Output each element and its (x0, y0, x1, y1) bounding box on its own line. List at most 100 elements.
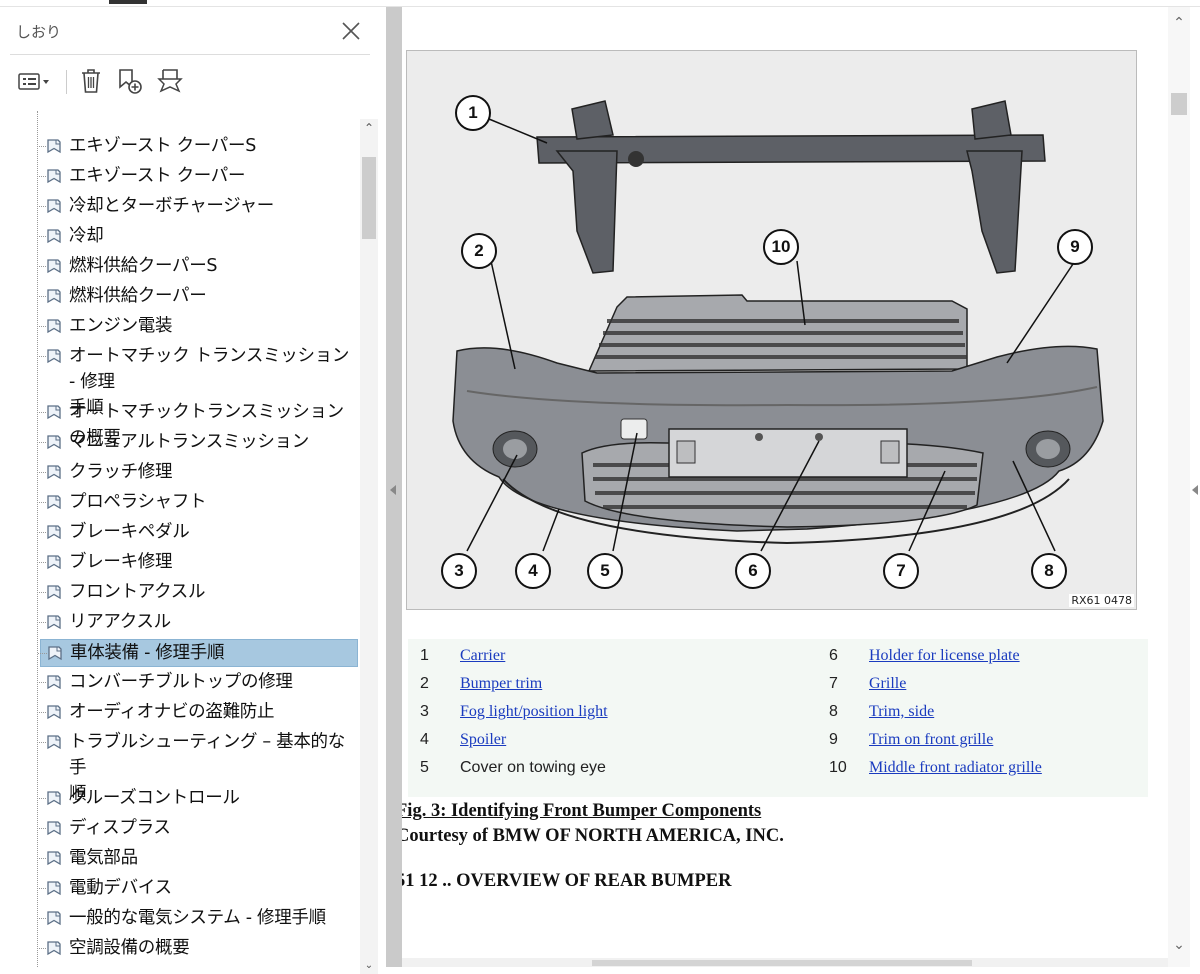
top-strip (0, 0, 1200, 7)
bookmark-item[interactable]: 電動デバイス (37, 875, 358, 903)
bookmark-item[interactable]: ディスプラス (37, 815, 358, 843)
bookmark-icon (47, 435, 61, 450)
bookmark-item[interactable]: エキゾースト クーパーS (37, 133, 358, 161)
tree-connector (37, 412, 46, 413)
tree-guide-line (37, 111, 38, 967)
scroll-down-button[interactable]: ⌄ (360, 960, 378, 974)
legend-link[interactable]: Fog light/position light (460, 703, 608, 721)
bookmarks-scrollbar[interactable]: ⌃ ⌄ (360, 119, 378, 974)
panel-splitter[interactable] (386, 7, 402, 967)
bookmark-item[interactable]: クルーズコントロール (37, 785, 358, 813)
bookmark-icon (47, 911, 61, 926)
bookmark-label: マニュアルトランスミッション (69, 429, 309, 455)
delete-bookmark-button[interactable] (76, 66, 106, 96)
bookmark-search-icon (157, 69, 183, 93)
legend-link[interactable]: Holder for license plate (869, 647, 1020, 665)
bookmark-icon (47, 139, 61, 154)
bumper-figure: 1 2 3 4 5 6 7 8 9 10 RX61 0478 (406, 50, 1137, 610)
bookmark-label-line: エキゾースト クーパー (69, 166, 246, 186)
legend-link[interactable]: Grille (869, 675, 906, 693)
collapse-arrow-icon[interactable] (390, 485, 396, 495)
list-options-icon (18, 73, 49, 90)
bookmark-label: ブレーキ修理 (69, 549, 173, 575)
bookmark-item[interactable]: リアアクスル (37, 609, 358, 637)
bookmark-item[interactable]: ブレーキ修理 (37, 549, 358, 577)
bookmark-item[interactable]: 電気部品 (37, 845, 358, 873)
bookmark-icon (48, 646, 62, 661)
tree-connector (37, 888, 46, 889)
tree-connector (37, 532, 46, 533)
bookmark-item[interactable]: クラッチ修理 (37, 459, 358, 487)
bookmark-icon (47, 851, 61, 866)
bookmark-item[interactable]: エキゾースト クーパー (37, 163, 358, 191)
new-bookmark-button[interactable] (114, 66, 146, 96)
options-button[interactable] (14, 66, 56, 96)
legend-row: 6 Holder for license plate (829, 643, 1020, 669)
legend-number: 6 (829, 647, 838, 664)
bookmark-label-line: 一般的な電気システム - 修理手順 (69, 908, 326, 928)
legend-row: 9 Trim on front grille (829, 727, 993, 753)
legend-link[interactable]: Middle front radiator grille (869, 759, 1042, 777)
tree-connector (37, 682, 46, 683)
bookmark-label: エキゾースト クーパー (69, 163, 246, 189)
legend-row: 3 Fog light/position light (420, 699, 608, 725)
bookmark-label-line: 燃料供給クーパーS (69, 256, 218, 276)
bookmark-icon (47, 791, 61, 806)
bookmark-item[interactable]: フロントアクスル (37, 579, 358, 607)
bookmark-label: 電気部品 (69, 845, 138, 871)
callout-10: 10 (763, 229, 799, 265)
bookmark-icon (47, 319, 61, 334)
close-panel-button[interactable] (339, 19, 363, 43)
scroll-thumb[interactable] (362, 157, 376, 239)
bookmark-label: プロペラシャフト (69, 489, 207, 515)
legend-link[interactable]: Trim on front grille (869, 731, 993, 749)
bookmark-item[interactable]: 空調設備の概要 (37, 935, 358, 963)
bookmark-item[interactable]: コンバーチブルトップの修理 (37, 669, 358, 697)
bookmark-search-button[interactable] (154, 66, 186, 96)
bookmark-item[interactable]: 燃料供給クーパーS (37, 253, 358, 281)
bookmark-item[interactable]: オーディオナビの盗難防止 (37, 699, 358, 727)
horizontal-scroll-thumb[interactable] (592, 960, 972, 966)
legend-number: 4 (420, 731, 429, 748)
bookmark-item[interactable]: 燃料供給クーパー (37, 283, 358, 311)
legend-link[interactable]: Carrier (460, 647, 505, 665)
bookmark-tree: エキゾースト クーパーS エキゾースト クーパー冷却とターボチャージャー冷却燃料供… (0, 111, 360, 967)
bookmark-item[interactable]: 一般的な電気システム - 修理手順 (37, 905, 358, 933)
scroll-thumb[interactable] (1171, 93, 1187, 115)
scroll-up-button[interactable]: ⌃ (360, 121, 378, 145)
bookmark-label: 電動デバイス (69, 875, 172, 901)
bookmark-item[interactable]: マニュアルトランスミッション (37, 429, 358, 457)
document-scrollbar[interactable]: ⌃ ⌄ (1168, 7, 1190, 967)
bookmark-item[interactable]: 冷却 (37, 223, 358, 251)
tree-connector (37, 502, 46, 503)
legend-link[interactable]: Bumper trim (460, 675, 542, 693)
bookmark-icon (47, 555, 61, 570)
caption-courtesy: Courtesy of BMW OF NORTH AMERICA, INC. (402, 826, 784, 846)
tree-connector (37, 356, 46, 357)
horizontal-scrollbar[interactable] (402, 958, 1168, 967)
bookmark-item[interactable]: ブレーキペダル (37, 519, 358, 547)
expand-arrow-icon[interactable] (1192, 485, 1198, 495)
tree-connector (37, 948, 46, 949)
bookmark-label-line: 冷却とターボチャージャー (69, 196, 274, 216)
tree-connector (37, 442, 46, 443)
bookmark-item[interactable]: エンジン電装 (37, 313, 358, 341)
legend-link[interactable]: Trim, side (869, 703, 934, 721)
scroll-up-button[interactable]: ⌃ (1168, 15, 1190, 37)
bookmark-item[interactable]: 冷却とターボチャージャー (37, 193, 358, 221)
bookmark-item[interactable]: オートマチック トランスミッション - 修理 手順 (37, 343, 358, 418)
bookmark-item[interactable]: トラブルシューティング – 基本的な手順 (37, 729, 358, 804)
bookmark-label-line: エンジン電装 (69, 316, 173, 336)
bookmark-item[interactable]: 車体装備 - 修理手順 (38, 639, 358, 667)
legend-number: 3 (420, 703, 429, 720)
bookmark-label-line: 電気部品 (69, 848, 138, 868)
close-icon (342, 22, 360, 40)
bookmark-item[interactable]: オートマチックトランスミッションの概要 (37, 399, 358, 448)
tree-connector (37, 326, 46, 327)
caption-title: Fig. 3: Identifying Front Bumper Compone… (402, 801, 762, 821)
trash-icon (82, 69, 100, 93)
legend-row: 10 Middle front radiator grille (829, 755, 1042, 781)
scroll-down-button[interactable]: ⌄ (1168, 937, 1190, 959)
bookmark-item[interactable]: プロペラシャフト (37, 489, 358, 517)
legend-link[interactable]: Spoiler (460, 731, 506, 749)
